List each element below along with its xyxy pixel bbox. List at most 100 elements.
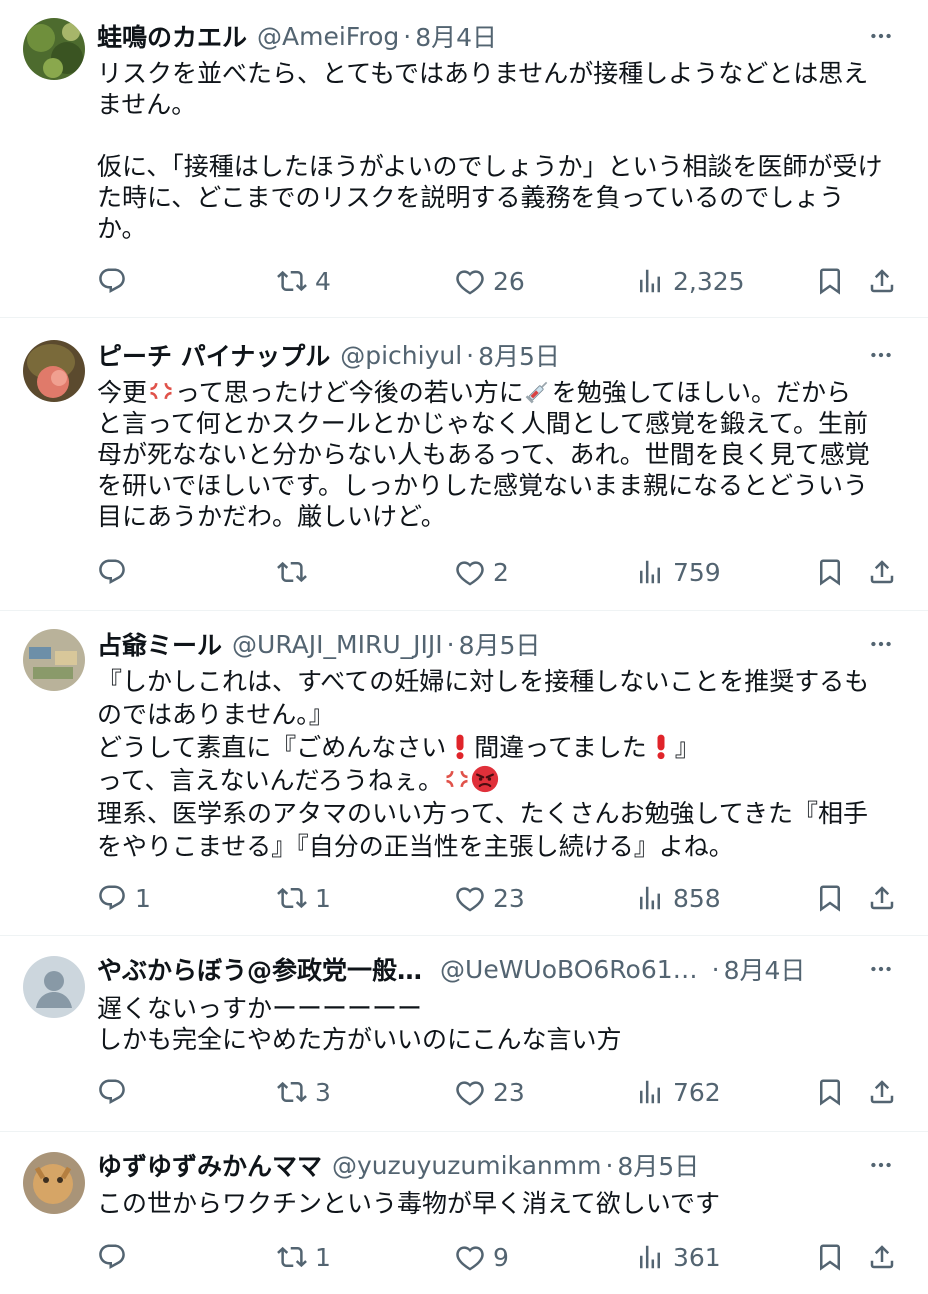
like-count: 9 — [493, 1242, 509, 1272]
tweet-date[interactable]: 8月5日 — [617, 1147, 699, 1183]
like-button[interactable]: 26 — [455, 261, 525, 301]
avatar[interactable] — [23, 18, 85, 80]
separator-dot: · — [466, 340, 475, 370]
action-bar: 4 26 2,325 — [97, 261, 907, 301]
retweet-button[interactable]: 3 — [277, 1072, 331, 1112]
like-icon — [455, 1077, 485, 1107]
reply-button[interactable] — [97, 1072, 135, 1112]
tweet-date[interactable]: 8月5日 — [459, 626, 541, 662]
reply-button[interactable] — [97, 1237, 135, 1277]
text-line: 理系、医学系のアタマのいい方って、たくさんお勉強してきた『相手 — [97, 799, 869, 828]
syringe-emoji — [524, 377, 552, 405]
exclamation-emoji — [647, 732, 675, 760]
text-segment: 今更 — [97, 378, 148, 407]
like-button[interactable]: 2 — [455, 552, 509, 592]
display-name[interactable]: やぶからぼう@参政党一般… — [97, 951, 422, 987]
more-icon[interactable] — [864, 955, 898, 983]
tweet[interactable]: 蛙鳴のカエル @AmeiFrog · 8月4日 リスクを並べたら、とてもではあり… — [0, 0, 928, 318]
bookmark-button[interactable] — [815, 261, 845, 301]
views-button[interactable]: 361 — [635, 1237, 721, 1277]
views-icon — [635, 266, 665, 296]
separator-dot: · — [403, 21, 412, 51]
tweet-date[interactable]: 8月4日 — [415, 18, 497, 54]
user-handle[interactable]: @yuzuyuzumikanmm — [332, 1151, 601, 1180]
like-icon — [455, 883, 485, 913]
share-button[interactable] — [867, 1072, 897, 1112]
bookmark-button[interactable] — [815, 1237, 845, 1277]
more-icon[interactable] — [864, 630, 898, 658]
views-count: 361 — [673, 1242, 721, 1272]
text-line: のではありません。』 — [97, 700, 334, 729]
tweet-date[interactable]: 8月4日 — [724, 951, 806, 987]
default-avatar-icon — [23, 956, 85, 1018]
retweet-icon — [277, 266, 307, 296]
reply-button[interactable]: 1 — [97, 878, 151, 918]
tweet-text: 今更 って思ったけど今後の若い方に を勉強してほしい。だから と言って何とかスクール… — [97, 377, 907, 532]
text-segment: 』 — [674, 733, 700, 762]
reply-button[interactable] — [97, 552, 135, 592]
like-count: 23 — [493, 883, 525, 913]
bookmark-button[interactable] — [815, 1072, 845, 1112]
anger-emoji — [443, 765, 471, 793]
share-button[interactable] — [867, 552, 897, 592]
like-count: 26 — [493, 266, 525, 296]
views-button[interactable]: 858 — [635, 878, 721, 918]
timeline-feed: 蛙鳴のカエル @AmeiFrog · 8月4日 リスクを並べたら、とてもではあり… — [0, 0, 928, 1294]
tweet-header: 占爺ミール @URAJI_MIRU_JIJI · 8月5日 — [97, 626, 898, 662]
avatar[interactable] — [23, 629, 85, 691]
tweet[interactable]: やぶからぼう@参政党一般… @UeWUoBO6Ro61… · 8月4日 遅くない… — [0, 936, 928, 1132]
bookmark-button[interactable] — [815, 878, 845, 918]
anger-emoji — [147, 377, 175, 405]
tweet-date[interactable]: 8月5日 — [478, 337, 560, 373]
user-handle[interactable]: @URAJI_MIRU_JIJI — [232, 630, 443, 659]
action-bar: 3 23 762 — [97, 1072, 907, 1112]
reply-button[interactable] — [97, 261, 135, 301]
tweet-text: 『しかしこれは、すべての妊婦に対しを接種しないことを推奨するも のではありません… — [97, 665, 907, 863]
retweet-button[interactable] — [277, 552, 315, 592]
avatar[interactable] — [23, 340, 85, 402]
text-line: た時に、どこまでのリスクを説明する義務を負っているのでしょう — [97, 183, 845, 212]
share-button[interactable] — [867, 1237, 897, 1277]
views-icon — [635, 1077, 665, 1107]
avatar[interactable] — [23, 956, 85, 1018]
share-button[interactable] — [867, 261, 897, 301]
tweet-text: 遅くないっすかーーーーーー しかも完全にやめた方がいいのにこんな言い方 — [97, 993, 907, 1055]
share-icon — [867, 557, 897, 587]
reply-icon — [97, 266, 127, 296]
user-handle[interactable]: @UeWUoBO6Ro61… — [440, 955, 698, 984]
tweet[interactable]: ピーチ パイナップル @pichiyul · 8月5日 今更 って思ったけど今後の… — [0, 318, 928, 611]
like-button[interactable]: 23 — [455, 878, 525, 918]
views-count: 2,325 — [673, 266, 745, 296]
text-line: 今更 って思ったけど今後の若い方に を勉強してほしい。だから — [97, 377, 907, 408]
more-icon[interactable] — [864, 22, 898, 50]
bookmark-button[interactable] — [815, 552, 845, 592]
like-button[interactable]: 23 — [455, 1072, 525, 1112]
views-button[interactable]: 762 — [635, 1072, 721, 1112]
like-count: 2 — [493, 557, 509, 587]
user-handle[interactable]: @pichiyul — [340, 341, 462, 370]
display-name[interactable]: ゆずゆずみかんママ — [97, 1147, 322, 1183]
more-icon[interactable] — [864, 341, 898, 369]
views-button[interactable]: 759 — [635, 552, 721, 592]
text-line: この世からワクチンという毒物が早く消えて欲しいです — [97, 1189, 721, 1218]
text-line: どうして素直に『ごめんなさい 間違ってました』 — [97, 731, 907, 764]
display-name[interactable]: ピーチ パイナップル — [97, 337, 330, 373]
retweet-button[interactable]: 4 — [277, 261, 331, 301]
views-button[interactable]: 2,325 — [635, 261, 745, 301]
tweet[interactable]: 占爺ミール @URAJI_MIRU_JIJI · 8月5日 『しかしこれは、すべ… — [0, 611, 928, 936]
display-name[interactable]: 蛙鳴のカエル — [97, 18, 247, 54]
like-button[interactable]: 9 — [455, 1237, 509, 1277]
avatar[interactable] — [23, 1152, 85, 1214]
share-button[interactable] — [867, 878, 897, 918]
views-icon — [635, 1242, 665, 1272]
tweet[interactable]: ゆずゆずみかんママ @yuzuyuzumikanmm · 8月5日 この世からワ… — [0, 1132, 928, 1294]
like-count: 23 — [493, 1077, 525, 1107]
display-name[interactable]: 占爺ミール — [97, 626, 222, 662]
action-bar: 2 759 — [97, 552, 907, 592]
retweet-button[interactable]: 1 — [277, 1237, 331, 1277]
tweet-header: やぶからぼう@参政党一般… @UeWUoBO6Ro61… · 8月4日 — [97, 951, 898, 987]
user-handle[interactable]: @AmeiFrog — [257, 22, 399, 51]
retweet-button[interactable]: 1 — [277, 878, 331, 918]
text-segment: を勉強してほしい。だから — [551, 378, 852, 407]
more-icon[interactable] — [864, 1151, 898, 1179]
